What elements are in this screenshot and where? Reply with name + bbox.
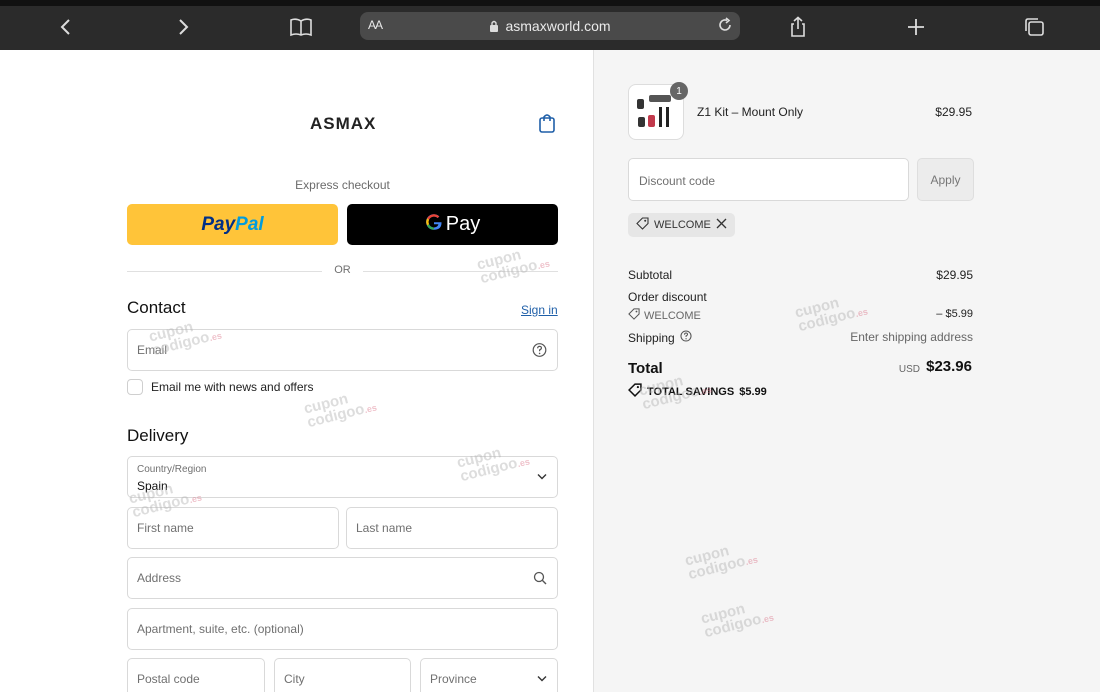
reload-icon[interactable] — [716, 16, 734, 37]
tag-icon — [636, 217, 649, 233]
shipping-row: Shipping Enter shipping address — [628, 330, 973, 345]
lock-icon — [489, 20, 499, 32]
google-g-icon — [425, 213, 443, 237]
browser-toolbar: AA asmaxworld.com — [0, 0, 1100, 50]
province-placeholder: Province — [430, 672, 477, 686]
or-divider: OR — [127, 264, 558, 278]
sign-in-link[interactable]: Sign in — [521, 303, 558, 317]
total-value: $23.96 — [926, 358, 972, 375]
chevron-down-icon — [537, 676, 547, 683]
gpay-label: Pay — [445, 213, 481, 235]
tag-icon — [628, 308, 640, 323]
or-label: OR — [334, 264, 351, 276]
address-bar[interactable]: AA asmaxworld.com — [360, 12, 740, 40]
country-label: Country/Region — [137, 464, 207, 475]
subtotal-value: $29.95 — [936, 268, 973, 282]
order-discount-row: Order discount — [628, 290, 973, 304]
shipping-value: Enter shipping address — [850, 330, 973, 344]
apply-button[interactable]: Apply — [917, 158, 974, 201]
subtotal-row: Subtotal $29.95 — [628, 268, 973, 282]
paypal-button[interactable]: Pay Pal — [127, 204, 338, 245]
first-name-field[interactable]: First name — [127, 507, 339, 549]
savings-label: TOTAL SAVINGS — [647, 385, 735, 398]
express-checkout-label: Express checkout — [295, 178, 390, 192]
chevron-down-icon — [537, 474, 547, 481]
forward-icon[interactable] — [170, 14, 196, 40]
order-discount-label: Order discount — [628, 290, 707, 304]
last-name-field[interactable]: Last name — [346, 507, 558, 549]
discount-code-input[interactable]: Discount code — [628, 158, 909, 201]
address-field[interactable]: Address — [127, 557, 558, 599]
new-tab-icon[interactable] — [903, 14, 929, 40]
back-icon[interactable] — [53, 14, 79, 40]
city-placeholder: City — [284, 672, 305, 686]
paypal-wordmark-part2: Pal — [235, 213, 264, 235]
shipping-label: Shipping — [628, 330, 675, 345]
newsletter-option[interactable]: Email me with news and offers — [127, 379, 314, 395]
first-name-placeholder: First name — [137, 521, 194, 535]
applied-code-label: WELCOME — [654, 219, 711, 231]
address-placeholder: Address — [137, 571, 182, 585]
province-select[interactable]: Province — [420, 658, 558, 692]
total-label: Total — [628, 360, 663, 377]
order-summary-panel: 1 Z1 Kit – Mount Only $29.95 Discount co… — [593, 50, 1100, 692]
shopping-bag-icon[interactable] — [537, 112, 557, 139]
postal-code-field[interactable]: Postal code — [127, 658, 265, 692]
total-currency: USD — [898, 364, 920, 375]
product-price: $29.95 — [935, 105, 972, 119]
tabs-overview-icon[interactable] — [1021, 14, 1047, 40]
discount-placeholder: Discount code — [639, 174, 716, 188]
applied-discount-tag: WELCOME — [628, 213, 735, 237]
help-circle-icon[interactable] — [680, 330, 692, 345]
delivery-heading: Delivery — [127, 426, 189, 445]
city-field[interactable]: City — [274, 658, 411, 692]
product-name: Z1 Kit – Mount Only — [697, 105, 804, 119]
discount-code-label: WELCOME — [644, 309, 701, 322]
help-circle-icon[interactable] — [532, 343, 547, 358]
apartment-field[interactable]: Apartment, suite, etc. (optional) — [127, 608, 558, 650]
email-placeholder: Email — [137, 343, 168, 357]
subtotal-label: Subtotal — [628, 268, 673, 282]
store-logo[interactable]: ASMAX — [310, 114, 376, 134]
contact-heading: Contact — [127, 298, 186, 317]
search-icon — [533, 571, 547, 585]
postal-code-placeholder: Postal code — [137, 672, 200, 686]
discount-code-row: WELCOME – $5.99 — [628, 308, 973, 323]
apartment-placeholder: Apartment, suite, etc. (optional) — [137, 622, 304, 636]
quantity-badge: 1 — [670, 82, 688, 100]
country-select[interactable]: Country/Region Spain — [127, 456, 558, 498]
savings-value: $5.99 — [739, 385, 767, 398]
remove-discount-icon[interactable] — [716, 218, 727, 232]
tag-icon — [628, 383, 642, 400]
total-savings: TOTAL SAVINGS $5.99 — [628, 383, 767, 400]
discount-value: – $5.99 — [936, 308, 973, 320]
checkout-form-panel: ASMAX Express checkout Pay Pal Pay OR Con… — [0, 50, 593, 692]
country-value: Spain — [137, 479, 168, 493]
text-size-button[interactable]: AA — [368, 18, 383, 32]
last-name-placeholder: Last name — [356, 521, 413, 535]
newsletter-label: Email me with news and offers — [151, 380, 314, 394]
url-text: asmaxworld.com — [505, 18, 611, 34]
google-pay-button[interactable]: Pay — [347, 204, 558, 245]
email-field[interactable]: Email — [127, 329, 558, 371]
paypal-wordmark-part1: Pay — [201, 213, 236, 235]
share-icon[interactable] — [785, 14, 811, 40]
bookmarks-icon[interactable] — [288, 14, 314, 40]
newsletter-checkbox[interactable] — [127, 379, 143, 395]
